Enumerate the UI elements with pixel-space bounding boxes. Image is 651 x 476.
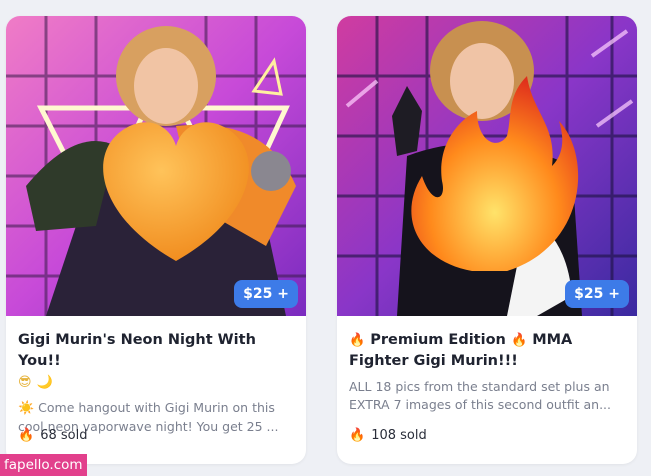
- sun-emoji-icon: ☀️: [18, 401, 35, 416]
- flame-icon: 🔥: [18, 428, 35, 443]
- sunglasses-emoji-icon: 😎: [18, 375, 32, 390]
- watermark: fapello.com: [0, 454, 87, 476]
- title-text: Gigi Murin's Neon Night With You!!: [18, 332, 256, 369]
- sold-count: 🔥 68 sold: [18, 428, 87, 443]
- product-description: ALL 18 pics from the standard set plus a…: [349, 379, 612, 412]
- fire-emoji-icon: 🔥: [349, 333, 366, 348]
- product-card-2[interactable]: $25 + 🔥 Premium Edition 🔥 MMA Fighter Gi…: [337, 16, 637, 464]
- flame-icon: 🔥: [349, 428, 366, 443]
- sold-count: 🔥 108 sold: [349, 428, 427, 443]
- product-image-2[interactable]: $25 +: [337, 16, 637, 316]
- moon-emoji-icon: 🌙: [36, 375, 53, 390]
- title-part-1: Premium Edition: [370, 332, 506, 348]
- product-title[interactable]: Gigi Murin's Neon Night With You!! 😎 🌙: [18, 330, 296, 393]
- price-badge[interactable]: $25 +: [234, 280, 298, 308]
- product-card-1[interactable]: $25 + Gigi Murin's Neon Night With You!!…: [6, 16, 306, 464]
- price-badge[interactable]: $25 +: [565, 280, 629, 308]
- product-title[interactable]: 🔥 Premium Edition 🔥 MMA Fighter Gigi Mur…: [349, 330, 627, 372]
- sold-text: 68 sold: [40, 428, 88, 443]
- product-image-1[interactable]: $25 +: [6, 16, 306, 316]
- fire-emoji-icon: 🔥: [510, 333, 528, 348]
- sold-text: 108 sold: [371, 428, 427, 443]
